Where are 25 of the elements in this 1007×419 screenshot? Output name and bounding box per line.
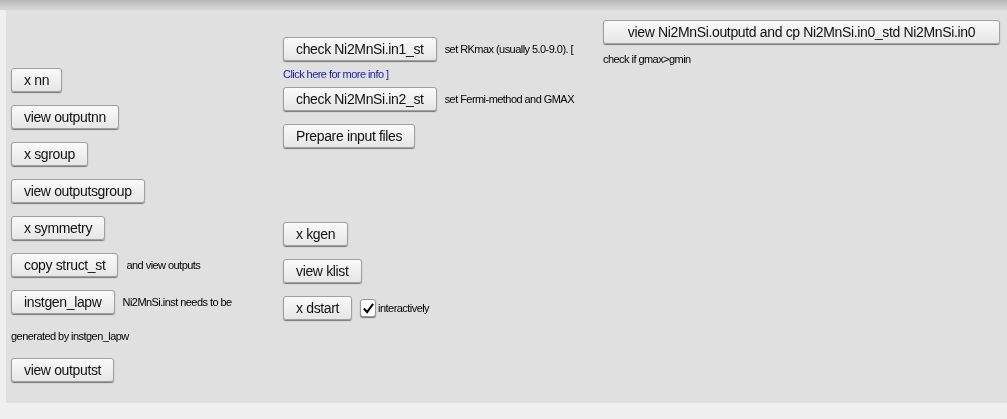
hint-text: check if gmax>gmin: [603, 51, 692, 67]
action-button[interactable]: view outputst: [11, 358, 115, 382]
hint-text: and view outputs: [126, 257, 201, 273]
action-button[interactable]: check Ni2MnSi.in2_st: [283, 87, 437, 111]
action-button[interactable]: x kgen: [283, 222, 349, 246]
action-button[interactable]: x nn: [11, 68, 63, 92]
action-button[interactable]: x symmetry: [11, 216, 106, 240]
action-button[interactable]: copy struct_st: [11, 253, 119, 277]
hint-text: Ni2MnSi.inst needs to be: [122, 294, 232, 310]
hint-text: set RKmax (usually 5.0-9.0). [: [444, 41, 573, 57]
action-button[interactable]: view outputsgroup: [11, 179, 145, 203]
action-button[interactable]: Prepare input files: [283, 124, 416, 148]
action-button[interactable]: instgen_lapw: [11, 290, 115, 314]
more-info-link[interactable]: Click here for more info ]: [283, 66, 603, 82]
action-button[interactable]: view klist: [283, 259, 362, 283]
checkbox-label: interactively: [378, 300, 430, 316]
hint-text: set Fermi-method and GMAX: [444, 91, 574, 107]
checkbox[interactable]: [360, 299, 377, 317]
hint-text: generated by instgen_lapw: [11, 328, 130, 344]
action-button[interactable]: x dstart: [283, 296, 353, 320]
action-button[interactable]: check Ni2MnSi.in1_st: [283, 37, 437, 61]
action-button[interactable]: view outputnn: [11, 105, 119, 129]
action-button[interactable]: x sgroup: [11, 142, 88, 166]
action-button[interactable]: view Ni2MnSi.outputd and cp Ni2MnSi.in0_std Ni2MnSi.in0: [603, 20, 1000, 44]
check-icon: [362, 302, 374, 314]
